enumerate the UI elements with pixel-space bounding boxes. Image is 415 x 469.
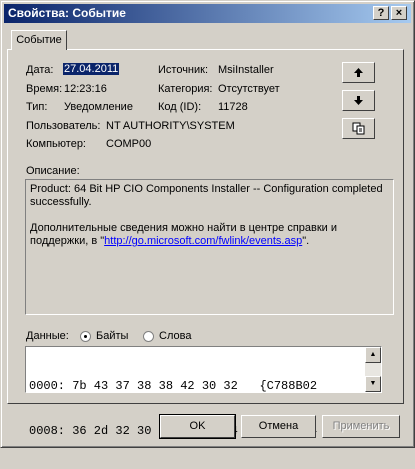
description-text: Product: 64 Bit HP CIO Components Instal… [30,183,383,208]
computer-value: COMP00 [106,138,152,150]
arrow-up-icon [354,68,363,77]
help-link[interactable]: http://go.microsoft.com/fwlink/events.as… [104,235,302,247]
data-hex-box[interactable]: 0000: 7b 43 37 38 38 42 30 32 {C788B02 0… [25,346,382,438]
scroll-down-button[interactable]: ▼ [365,376,381,392]
close-button[interactable]: × [391,6,407,20]
triangle-up-icon: ▲ [369,351,377,358]
triangle-down-icon: ▼ [369,380,377,387]
help-button[interactable]: ? [373,6,389,20]
description-box[interactable]: Product: 64 Bit HP CIO Components Instal… [25,179,394,315]
arrow-down-icon [354,96,363,105]
title-bar[interactable]: Свойства: Событие ? × [4,4,411,23]
source-label: Источник: [158,64,209,76]
data-row: 0000: 7b 43 37 38 38 42 30 32 {C788B02 [29,379,318,393]
bytes-label[interactable]: Байты [96,330,128,342]
type-value: Уведомление [64,101,133,113]
source-value: MsiInstaller [218,64,274,76]
data-label: Данные: [26,330,69,342]
help-text-suffix: ". [302,235,310,247]
code-label: Код (ID): [158,101,202,113]
copy-button[interactable] [342,118,375,139]
properties-window: Свойства: Событие ? × Событие Дата: 27.0… [0,0,415,448]
bytes-radio[interactable] [80,331,91,342]
words-radio[interactable] [143,331,154,342]
data-scrollbar[interactable]: ▲ ▼ [365,347,381,392]
apply-button[interactable]: Применить [322,415,400,438]
scroll-up-button[interactable]: ▲ [365,347,381,363]
category-value: Отсутствует [218,83,280,95]
date-label: Дата: [26,64,54,76]
window-title: Свойства: Событие [8,6,126,20]
words-label[interactable]: Слова [159,330,191,342]
tab-event[interactable]: Событие [11,30,67,50]
computer-label: Компьютер: [26,138,86,150]
description-label: Описание: [26,165,80,177]
copy-icon [352,122,364,135]
cancel-button[interactable]: Отмена [241,415,316,438]
type-label: Тип: [26,101,48,113]
category-label: Категория: [158,83,213,95]
time-label: Время: [26,83,63,95]
user-label: Пользователь: [26,120,101,132]
time-value: 12:23:16 [64,83,107,95]
date-value[interactable]: 27.04.2011 [63,63,120,75]
next-event-button[interactable] [342,90,375,111]
previous-event-button[interactable] [342,62,375,83]
ok-button[interactable]: OK [159,414,236,439]
code-value: 11728 [218,101,248,113]
user-value: NT AUTHORITY\SYSTEM [106,120,235,132]
description-help-text: Дополнительные сведения можно найти в це… [30,222,389,248]
